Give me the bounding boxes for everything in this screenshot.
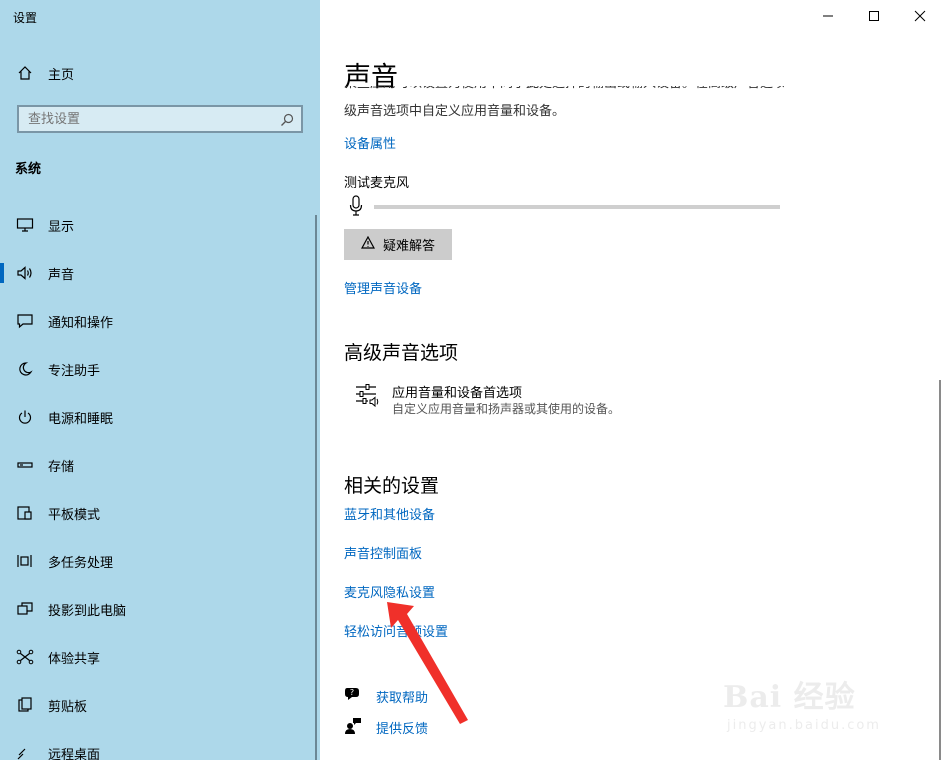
device-properties-link[interactable]: 设备属性 (344, 133, 396, 152)
help-chat-icon: ? (344, 686, 362, 707)
main-scrollbar[interactable] (939, 380, 941, 760)
app-volume-desc: 自定义应用音量和扬声器或其使用的设备。 (392, 402, 621, 416)
sidebar-item-focus-assist[interactable]: 专注助手 (0, 349, 318, 389)
get-help-link[interactable]: ? 获取帮助 (344, 686, 428, 706)
troubleshoot-label: 疑难解答 (382, 239, 435, 254)
sidebar-item-label: 体验共享 (48, 651, 101, 667)
advanced-sound-heading: 高级声音选项 (344, 342, 459, 364)
sidebar-item-sound[interactable]: 声音 (0, 253, 318, 293)
svg-text:?: ? (350, 688, 354, 697)
maximize-button[interactable] (851, 0, 897, 32)
home-icon (15, 63, 35, 83)
related-link-ease-of-access-audio[interactable]: 轻松访问音频设置 (344, 621, 448, 640)
related-link-mic-privacy[interactable]: 麦克风隐私设置 (344, 582, 435, 601)
sidebar-item-label: 平板模式 (48, 507, 101, 523)
description-cut-line: 某些应用可以设置为使用不同于此处选择的输出或输入设备。在高级声音选项中自定义应用… (344, 86, 784, 94)
mixer-icon (354, 382, 382, 414)
minimize-icon (823, 15, 833, 17)
give-feedback-link[interactable]: 提供反馈 (344, 717, 428, 737)
section-label: 系统 (15, 162, 42, 177)
search-input[interactable] (19, 107, 301, 131)
sidebar-item-shared-experiences[interactable]: 体验共享 (0, 637, 318, 677)
sidebar-item-label: 通知和操作 (48, 315, 114, 331)
sidebar-item-clipboard[interactable]: 剪贴板 (0, 685, 318, 725)
storage-icon (15, 455, 35, 475)
speaker-icon (15, 263, 35, 283)
baidu-watermark: Bai 经验 jingyan.baidu.com (723, 680, 881, 733)
sidebar-item-project-to-pc[interactable]: 投影到此电脑 (0, 589, 318, 629)
sidebar-item-notifications[interactable]: 通知和操作 (0, 301, 318, 341)
sidebar-item-label: 主页 (48, 67, 75, 83)
search-icon (280, 112, 294, 131)
sidebar-item-power-sleep[interactable]: 电源和睡眠 (0, 397, 318, 437)
related-settings-heading: 相关的设置 (344, 475, 440, 497)
description-text: 级声音选项中自定义应用音量和设备。 (344, 104, 566, 119)
sidebar-item-multitasking[interactable]: 多任务处理 (0, 541, 318, 581)
monitor-icon (15, 215, 35, 235)
project-icon (15, 599, 35, 619)
multitask-icon (15, 551, 35, 571)
mic-level-meter (374, 205, 780, 209)
sidebar-item-label: 专注助手 (48, 363, 101, 379)
share-icon (15, 647, 35, 667)
sidebar-item-label: 存储 (48, 459, 75, 475)
sidebar-item-label: 多任务处理 (48, 555, 114, 571)
sidebar-item-label: 声音 (48, 267, 75, 283)
sidebar: 设置 主页 系统 显示 声音 通知和操作 专注助手 (0, 0, 320, 760)
troubleshoot-button[interactable]: 疑难解答 (344, 229, 452, 260)
sidebar-item-label: 投影到此电脑 (48, 603, 127, 619)
related-link-bluetooth[interactable]: 蓝牙和其他设备 (344, 504, 435, 523)
close-button[interactable] (897, 0, 943, 32)
microphone-icon (349, 195, 363, 221)
sidebar-item-home[interactable]: 主页 (0, 53, 318, 93)
app-volume-title: 应用音量和设备首选项 (392, 386, 523, 401)
warning-icon (360, 235, 375, 253)
app-volume-preferences[interactable]: 应用音量和设备首选项 自定义应用音量和扬声器或其使用的设备。 (354, 380, 754, 420)
sidebar-item-display[interactable]: 显示 (0, 205, 318, 245)
feedback-person-icon (344, 717, 362, 738)
moon-icon (15, 359, 35, 379)
maximize-icon (869, 11, 879, 21)
sidebar-item-label: 电源和睡眠 (48, 411, 114, 427)
sidebar-item-label: 剪贴板 (48, 699, 88, 715)
selection-indicator (0, 263, 4, 283)
sidebar-item-label: 远程桌面 (48, 747, 101, 760)
mic-test-label: 测试麦克风 (344, 176, 410, 191)
sidebar-item-tablet-mode[interactable]: 平板模式 (0, 493, 318, 533)
sidebar-scrollbar[interactable] (315, 215, 317, 760)
sidebar-item-label: 显示 (48, 219, 75, 235)
manage-sound-devices-link[interactable]: 管理声音设备 (344, 278, 422, 297)
remote-desktop-icon (15, 743, 35, 760)
clipboard-icon (15, 695, 35, 715)
minimize-button[interactable] (805, 0, 851, 32)
power-icon (15, 407, 35, 427)
notification-icon (15, 311, 35, 331)
close-icon (914, 10, 926, 22)
window-title: 设置 (13, 11, 38, 25)
sidebar-item-remote-desktop[interactable]: 远程桌面 (0, 733, 318, 760)
search-box[interactable] (17, 105, 303, 133)
main-content: 声音 某些应用可以设置为使用不同于此处选择的输出或输入设备。在高级声音选项中自定… (320, 0, 943, 760)
sidebar-item-storage[interactable]: 存储 (0, 445, 318, 485)
tablet-icon (15, 503, 35, 523)
related-link-sound-control-panel[interactable]: 声音控制面板 (344, 543, 422, 562)
